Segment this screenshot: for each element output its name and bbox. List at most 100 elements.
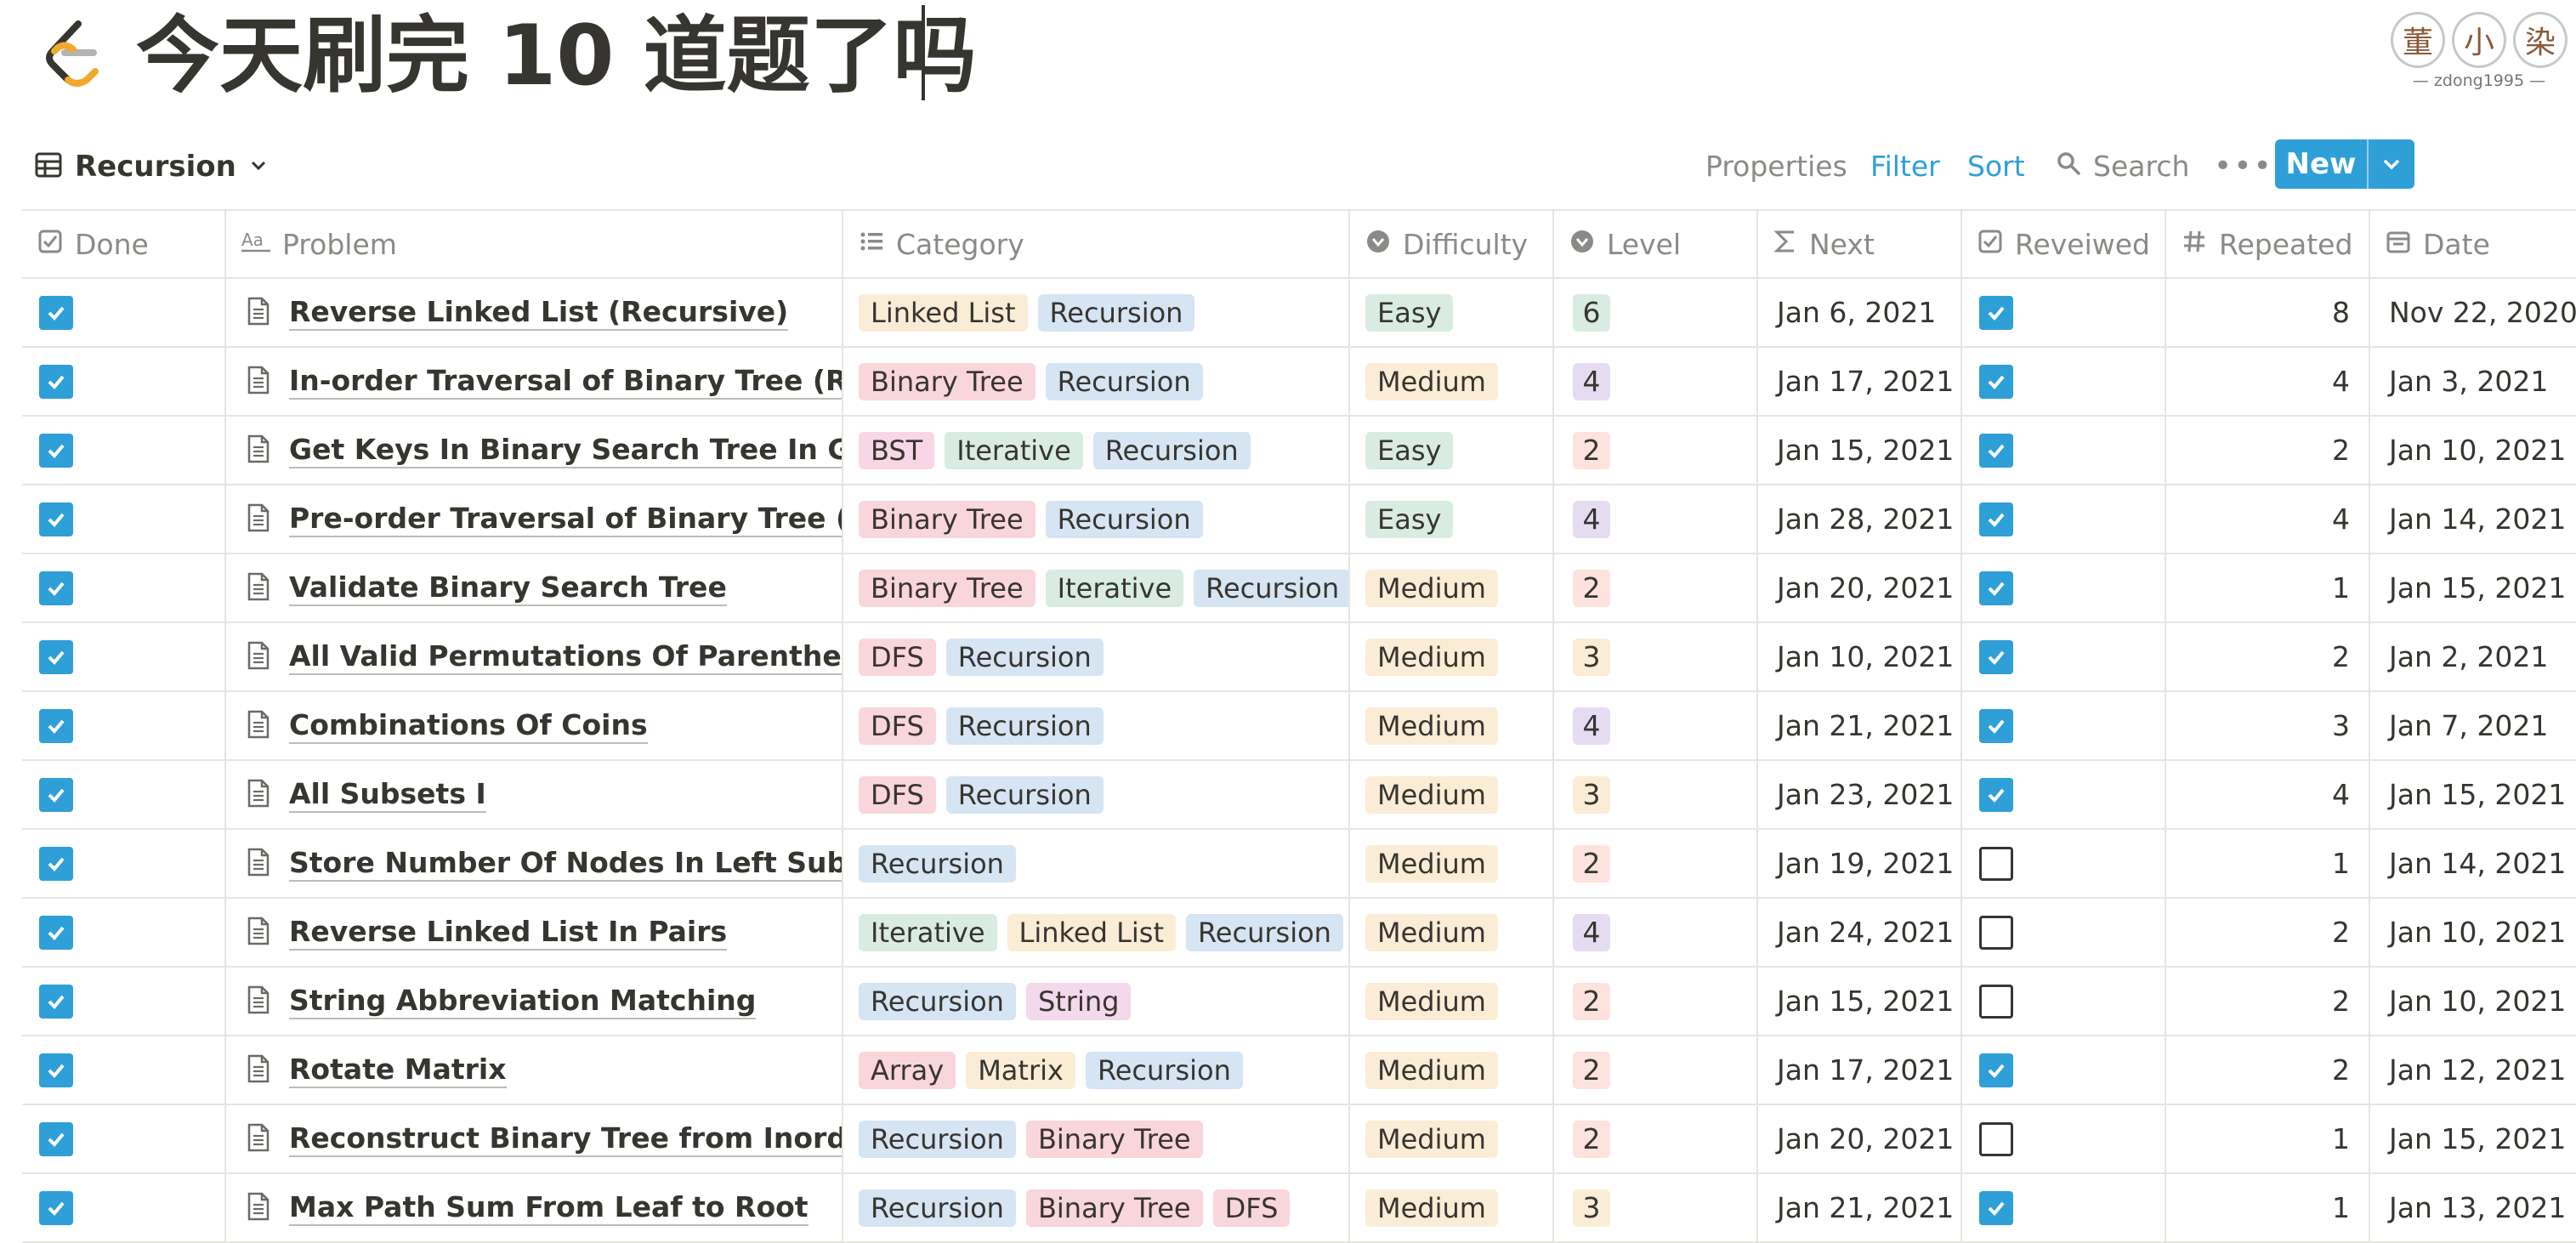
category-cell[interactable]: Iterative Linked List Recursion (843, 899, 1350, 966)
difficulty-cell[interactable]: Medium (1350, 899, 1554, 966)
column-header-next[interactable]: Next (1758, 211, 1962, 277)
category-cell[interactable]: Binary Tree Recursion (843, 348, 1350, 415)
done-checkbox[interactable] (39, 502, 73, 536)
problem-title-link[interactable]: Reverse Linked List In Pairs (289, 915, 728, 951)
date-cell[interactable]: Jan 7, 2021 (2370, 692, 2576, 759)
problem-cell[interactable]: Max Path Sum From Leaf to Root (226, 1174, 843, 1241)
table-row[interactable]: Pre-order Traversal of Binary Tree (Recu… (22, 485, 2576, 554)
date-cell[interactable]: Nov 22, 2020 (2370, 279, 2576, 346)
repeated-cell[interactable]: 2 (2166, 623, 2370, 690)
level-cell[interactable]: 3 (1554, 1174, 1758, 1241)
done-checkbox[interactable] (39, 1190, 73, 1225)
repeated-cell[interactable]: 2 (2166, 899, 2370, 966)
problem-cell[interactable]: Store Number Of Nodes In Left Subtree (226, 830, 843, 897)
problem-cell[interactable]: Rotate Matrix (226, 1036, 843, 1104)
problem-cell[interactable]: Reverse Linked List In Pairs (226, 899, 843, 966)
date-cell[interactable]: Jan 10, 2021 (2370, 417, 2576, 484)
date-cell[interactable]: Jan 14, 2021 (2370, 485, 2576, 553)
table-row[interactable]: Reconstruct Binary Tree from Inorder and… (22, 1105, 2576, 1174)
done-checkbox[interactable] (39, 639, 73, 674)
repeated-cell[interactable]: 1 (2166, 1174, 2370, 1241)
done-checkbox[interactable] (39, 433, 73, 468)
table-row[interactable]: Get Keys In Binary Search Tree In Given … (22, 417, 2576, 485)
category-cell[interactable]: DFS Recursion (843, 692, 1350, 759)
difficulty-cell[interactable]: Medium (1350, 348, 1554, 415)
sort-button[interactable]: Sort (1967, 148, 2025, 185)
reviewed-checkbox[interactable] (1979, 984, 2013, 1019)
difficulty-cell[interactable]: Medium (1350, 968, 1554, 1035)
done-checkbox[interactable] (39, 846, 73, 881)
column-header-repeated[interactable]: Repeated (2166, 211, 2370, 277)
problem-title-link[interactable]: Reverse Linked List (Recursive) (289, 295, 789, 331)
reviewed-checkbox[interactable] (1979, 570, 2013, 605)
problem-cell[interactable]: Reverse Linked List (Recursive) (226, 279, 843, 346)
table-row[interactable]: Combinations Of Coins DFS Recursion Medium 4… (22, 692, 2576, 761)
repeated-cell[interactable]: 4 (2166, 485, 2370, 553)
column-header-reviewed[interactable]: Reveiwed (1962, 211, 2166, 277)
date-cell[interactable]: Jan 10, 2021 (2370, 899, 2576, 966)
problem-cell[interactable]: Combinations Of Coins (226, 692, 843, 759)
level-cell[interactable]: 4 (1554, 348, 1758, 415)
repeated-cell[interactable]: 1 (2166, 1105, 2370, 1172)
difficulty-cell[interactable]: Medium (1350, 830, 1554, 897)
search-button[interactable]: Search (2056, 148, 2189, 185)
column-header-done[interactable]: Done (22, 211, 226, 277)
date-cell[interactable]: Jan 2, 2021 (2370, 623, 2576, 690)
page-title[interactable]: 今天刷完 10 道题了吗 (136, 5, 977, 107)
level-cell[interactable]: 2 (1554, 968, 1758, 1035)
column-header-problem[interactable]: Aa Problem (226, 211, 843, 277)
problem-cell[interactable]: Get Keys In Binary Search Tree In Given … (226, 417, 843, 484)
level-cell[interactable]: 2 (1554, 1036, 1758, 1104)
level-cell[interactable]: 2 (1554, 1105, 1758, 1172)
done-checkbox[interactable] (39, 708, 73, 743)
column-header-category[interactable]: Category (843, 211, 1350, 277)
level-cell[interactable]: 4 (1554, 485, 1758, 553)
problem-cell[interactable]: All Subsets I (226, 761, 843, 828)
date-cell[interactable]: Jan 15, 2021 (2370, 554, 2576, 622)
difficulty-cell[interactable]: Easy (1350, 279, 1554, 346)
problem-title-link[interactable]: All Subsets I (289, 777, 486, 813)
reviewed-checkbox[interactable] (1979, 846, 2013, 881)
reviewed-checkbox[interactable] (1979, 639, 2013, 674)
category-cell[interactable]: Recursion Binary Tree (843, 1105, 1350, 1172)
done-checkbox[interactable] (39, 777, 73, 812)
more-options-icon[interactable]: ••• (2214, 148, 2273, 185)
difficulty-cell[interactable]: Medium (1350, 1036, 1554, 1104)
filter-button[interactable]: Filter (1870, 148, 1940, 185)
difficulty-cell[interactable]: Medium (1350, 692, 1554, 759)
reviewed-checkbox[interactable] (1979, 433, 2013, 468)
reviewed-checkbox[interactable] (1979, 295, 2013, 330)
done-checkbox[interactable] (39, 984, 73, 1019)
table-row[interactable]: Reverse Linked List (Recursive) Linked Li… (22, 279, 2576, 348)
date-cell[interactable]: Jan 12, 2021 (2370, 1036, 2576, 1104)
level-cell[interactable]: 3 (1554, 623, 1758, 690)
problem-title-link[interactable]: Combinations Of Coins (289, 708, 648, 744)
new-dropdown-chevron-icon[interactable] (2369, 139, 2414, 189)
category-cell[interactable]: Recursion Binary Tree DFS (843, 1174, 1350, 1241)
problem-title-link[interactable]: Reconstruct Binary Tree from Inorder and… (289, 1121, 842, 1157)
repeated-cell[interactable]: 4 (2166, 348, 2370, 415)
problem-cell[interactable]: All Valid Permutations Of Parentheses I (226, 623, 843, 690)
level-cell[interactable]: 2 (1554, 554, 1758, 622)
problem-title-link[interactable]: Get Keys In Binary Search Tree In Given … (289, 433, 842, 468)
category-cell[interactable]: DFS Recursion (843, 761, 1350, 828)
repeated-cell[interactable]: 1 (2166, 830, 2370, 897)
problem-cell[interactable]: Reconstruct Binary Tree from Inorder and… (226, 1105, 843, 1172)
table-row[interactable]: All Subsets I DFS Recursion Medium 3 Jan 23, … (22, 761, 2576, 830)
problem-cell[interactable]: Validate Binary Search Tree (226, 554, 843, 622)
table-row[interactable]: Store Number Of Nodes In Left Subtree Rec… (22, 830, 2576, 899)
repeated-cell[interactable]: 2 (2166, 1036, 2370, 1104)
problem-title-link[interactable]: Validate Binary Search Tree (289, 570, 727, 606)
reviewed-checkbox[interactable] (1979, 708, 2013, 743)
new-button[interactable]: New (2275, 139, 2414, 189)
reviewed-checkbox[interactable] (1979, 1121, 2013, 1156)
problem-title-link[interactable]: Max Path Sum From Leaf to Root (289, 1190, 809, 1226)
difficulty-cell[interactable]: Medium (1350, 554, 1554, 622)
date-cell[interactable]: Jan 13, 2021 (2370, 1174, 2576, 1241)
difficulty-cell[interactable]: Medium (1350, 761, 1554, 828)
view-selector[interactable]: Recursion (34, 148, 269, 185)
reviewed-checkbox[interactable] (1979, 364, 2013, 399)
repeated-cell[interactable]: 8 (2166, 279, 2370, 346)
problem-title-link[interactable]: Pre-order Traversal of Binary Tree (Recu… (289, 502, 842, 537)
level-cell[interactable]: 2 (1554, 830, 1758, 897)
